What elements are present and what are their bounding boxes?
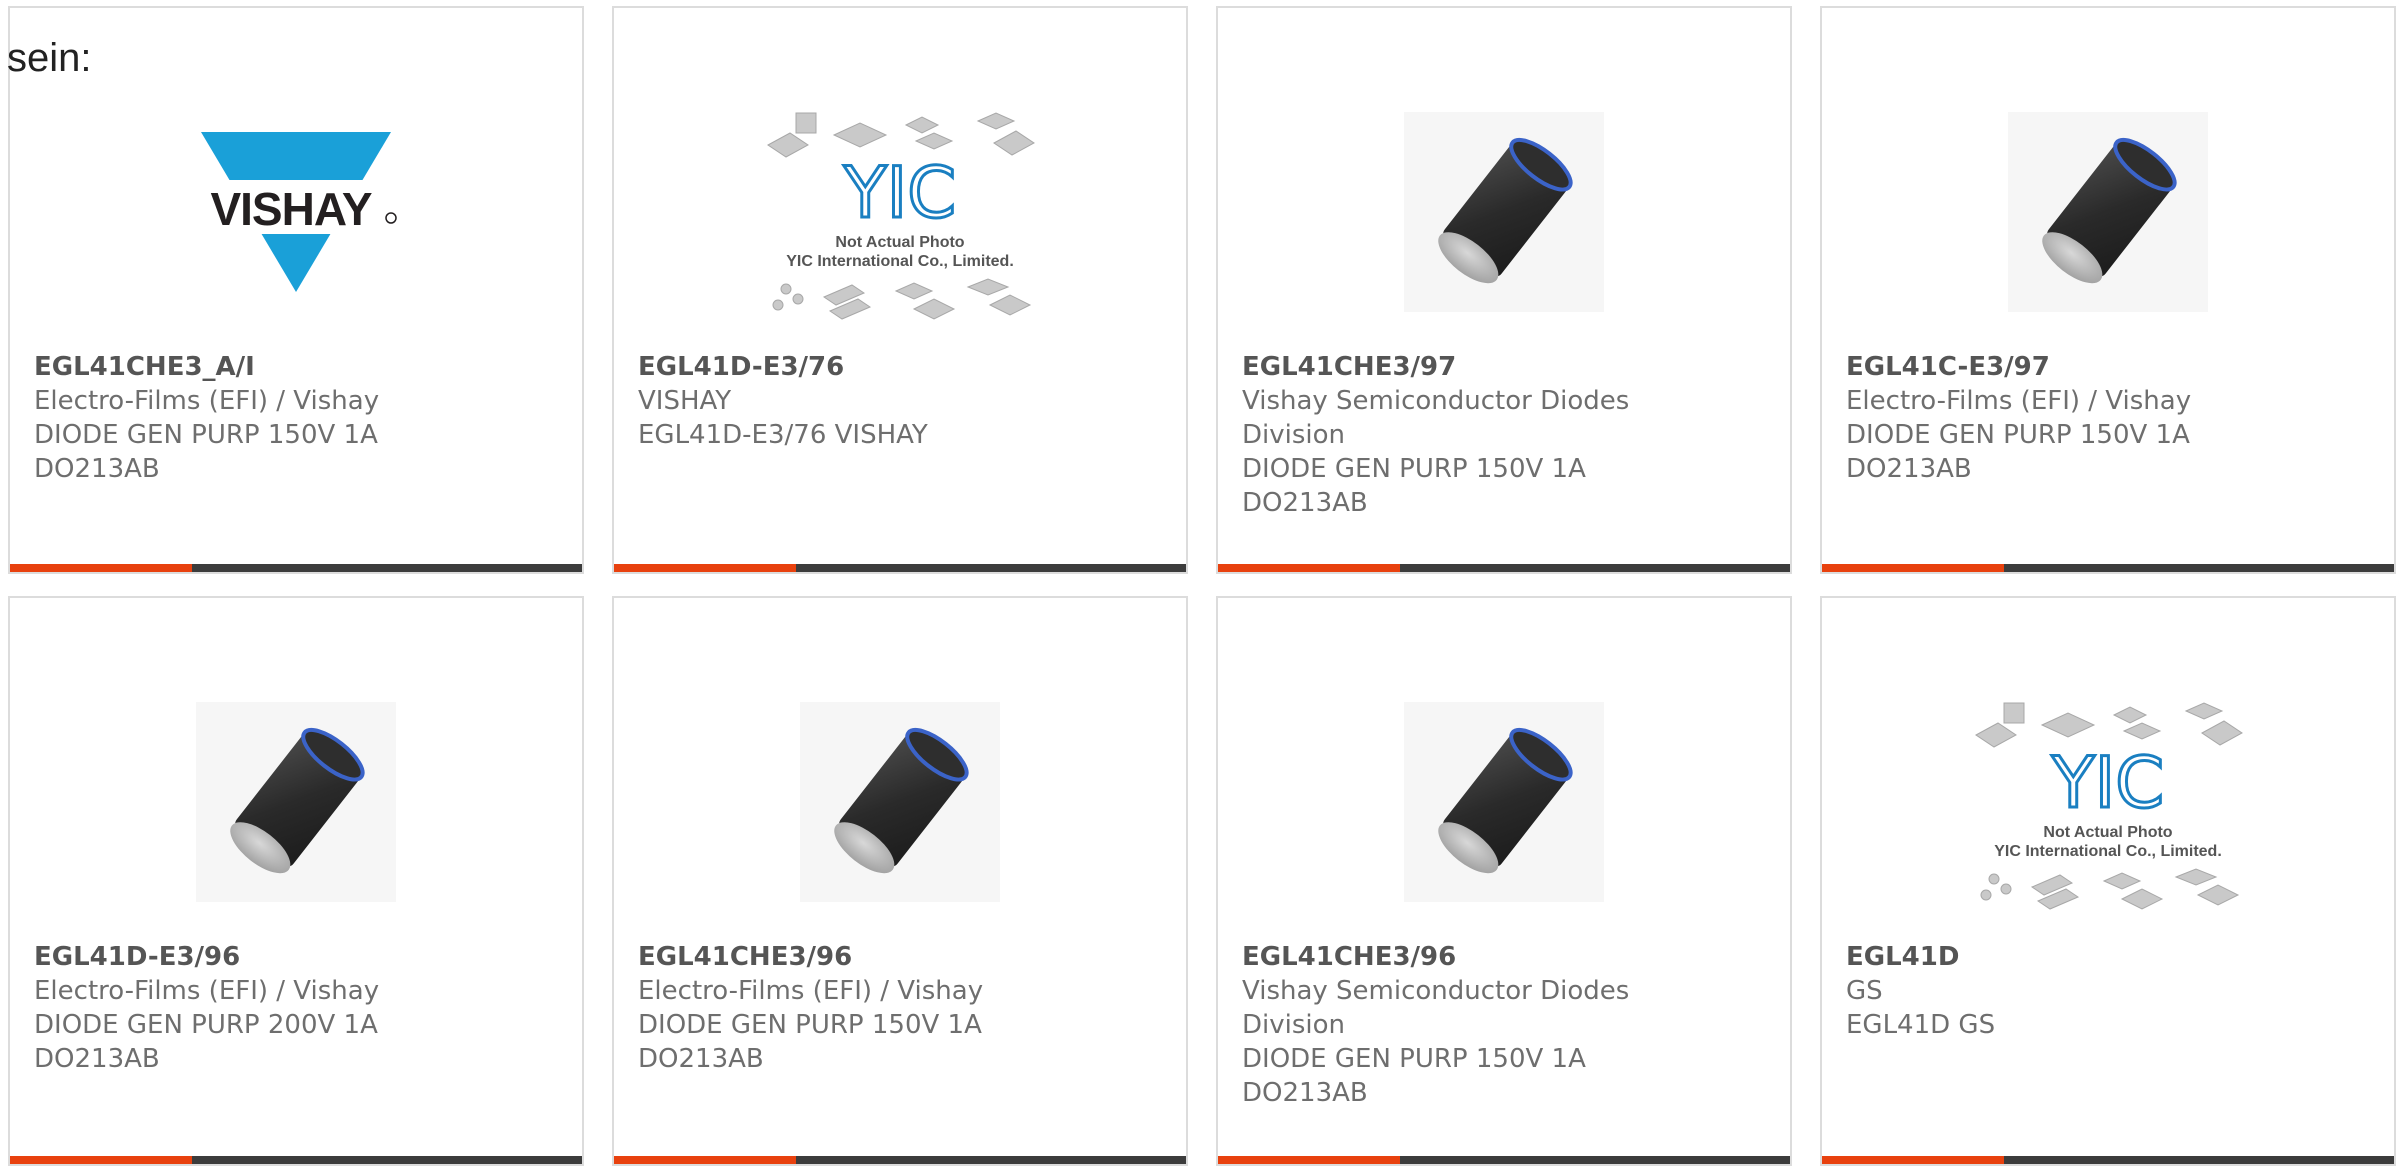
product-info: EGL41CHE3_A/I Electro-Films (EFI) / Vish… (34, 350, 562, 486)
manufacturer: GS (1846, 976, 1883, 1006)
product-info: EGL41CHE3/96 Vishay Semiconductor Diodes… (1242, 940, 1770, 1110)
package: DO213AB (638, 1044, 764, 1074)
manufacturer-cont: Division (1242, 1010, 1346, 1040)
page-heading: sein: (7, 36, 92, 80)
part-number[interactable]: EGL41CHE3/96 (1242, 940, 1770, 974)
description: DIODE GEN PURP 150V 1A (34, 420, 378, 450)
part-number[interactable]: EGL41D-E3/96 (34, 940, 562, 974)
product-card[interactable]: YIC Not Actual Photo YIC International C… (612, 6, 1188, 574)
description: EGL41D-E3/76 VISHAY (638, 420, 928, 450)
card-bottom-bar (614, 1156, 1186, 1164)
diode-package-image (1368, 76, 1640, 348)
product-info: EGL41D GS EGL41D GS (1846, 940, 2374, 1042)
manufacturer: Electro-Films (EFI) / Vishay (638, 976, 984, 1006)
part-number[interactable]: EGL41CHE3/96 (638, 940, 1166, 974)
card-bottom-bar (1218, 564, 1790, 572)
card-accent (614, 564, 796, 572)
yic-caption-2: YIC International Co., Limited. (1994, 843, 2222, 860)
card-bottom-bar (614, 564, 1186, 572)
yic-placeholder-image: YIC Not Actual Photo YIC International C… (1972, 666, 2244, 938)
description: EGL41D GS (1846, 1010, 1996, 1040)
part-number[interactable]: EGL41D-E3/76 (638, 350, 1166, 384)
manufacturer: Vishay Semiconductor Diodes (1242, 976, 1630, 1006)
card-accent (1218, 1156, 1400, 1164)
card-accent (1822, 564, 2004, 572)
diode-package-image (764, 666, 1036, 938)
manufacturer: Electro-Films (EFI) / Vishay (34, 976, 380, 1006)
yic-caption-2: YIC International Co., Limited. (786, 253, 1014, 270)
manufacturer: Electro-Films (EFI) / Vishay (34, 386, 380, 416)
card-bottom-bar (1822, 1156, 2394, 1164)
diode-package-image (160, 666, 432, 938)
package: DO213AB (34, 454, 160, 484)
product-info: EGL41D-E3/96 Electro-Films (EFI) / Visha… (34, 940, 562, 1076)
product-info: EGL41D-E3/76 VISHAY EGL41D-E3/76 VISHAY (638, 350, 1166, 452)
description: DIODE GEN PURP 150V 1A (1242, 1044, 1586, 1074)
card-bottom-bar (10, 564, 582, 572)
card-accent (10, 1156, 192, 1164)
package: DO213AB (1846, 454, 1972, 484)
product-card[interactable]: YIC Not Actual Photo YIC International C… (1820, 596, 2396, 1166)
product-card[interactable]: EGL41CHE3/97 Vishay Semiconductor Diodes… (1216, 6, 1792, 574)
card-accent (10, 564, 192, 572)
package: DO213AB (1242, 488, 1368, 518)
part-number[interactable]: EGL41C-E3/97 (1846, 350, 2374, 384)
product-card[interactable]: EGL41CHE3/96 Vishay Semiconductor Diodes… (1216, 596, 1792, 1166)
card-bottom-bar (10, 1156, 582, 1164)
vishay-logo-text: VISHAY (210, 183, 371, 235)
package: DO213AB (1242, 1078, 1368, 1108)
card-accent (1822, 1156, 2004, 1164)
yic-logo-text: YIC (843, 152, 956, 234)
description: DIODE GEN PURP 200V 1A (34, 1010, 378, 1040)
product-card[interactable]: EGL41D-E3/96 Electro-Films (EFI) / Visha… (8, 596, 584, 1166)
card-accent (1218, 564, 1400, 572)
card-accent (614, 1156, 796, 1164)
manufacturer: Vishay Semiconductor Diodes (1242, 386, 1630, 416)
product-info: EGL41C-E3/97 Electro-Films (EFI) / Visha… (1846, 350, 2374, 486)
product-info: EGL41CHE3/96 Electro-Films (EFI) / Visha… (638, 940, 1166, 1076)
description: DIODE GEN PURP 150V 1A (1242, 454, 1586, 484)
manufacturer: Electro-Films (EFI) / Vishay (1846, 386, 2192, 416)
yic-placeholder-image: YIC Not Actual Photo YIC International C… (764, 76, 1036, 348)
vishay-logo-image: VISHAY (160, 76, 432, 348)
product-card[interactable]: EGL41C-E3/97 Electro-Films (EFI) / Visha… (1820, 6, 2396, 574)
package: DO213AB (34, 1044, 160, 1074)
description: DIODE GEN PURP 150V 1A (1846, 420, 2190, 450)
diode-package-image (1368, 666, 1640, 938)
description: DIODE GEN PURP 150V 1A (638, 1010, 982, 1040)
product-card[interactable]: EGL41CHE3/96 Electro-Films (EFI) / Visha… (612, 596, 1188, 1166)
manufacturer: VISHAY (638, 386, 732, 416)
yic-logo-text: YIC (2051, 742, 2164, 824)
manufacturer-cont: Division (1242, 420, 1346, 450)
product-card[interactable]: VISHAY EGL41CHE3_A/I Electro-Films (EFI)… (8, 6, 584, 574)
yic-caption-1: Not Actual Photo (835, 234, 964, 251)
yic-caption-1: Not Actual Photo (2043, 824, 2172, 841)
card-bottom-bar (1822, 564, 2394, 572)
part-number[interactable]: EGL41CHE3_A/I (34, 350, 562, 384)
diode-package-image (1972, 76, 2244, 348)
part-number[interactable]: EGL41D (1846, 940, 2374, 974)
card-bottom-bar (1218, 1156, 1790, 1164)
part-number[interactable]: EGL41CHE3/97 (1242, 350, 1770, 384)
product-info: EGL41CHE3/97 Vishay Semiconductor Diodes… (1242, 350, 1770, 520)
